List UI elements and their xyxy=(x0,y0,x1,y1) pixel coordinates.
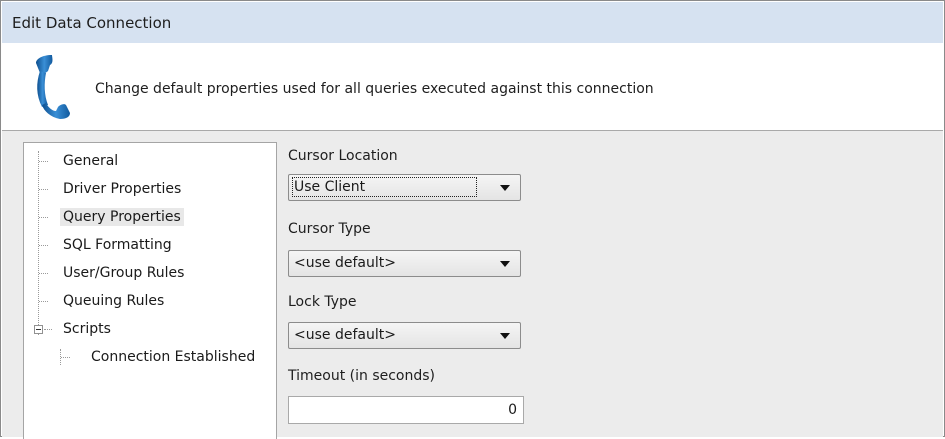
window-title: Edit Data Connection xyxy=(12,14,172,32)
cursor-type-label: Cursor Type xyxy=(288,221,371,237)
dropdown-arrow-icon xyxy=(500,261,510,267)
tree-item-label: Queuing Rules xyxy=(63,293,165,309)
timeout-input[interactable]: 0 xyxy=(288,396,524,424)
tree-item-sql-formatting[interactable]: SQL Formatting xyxy=(60,234,175,256)
tree-connector xyxy=(39,273,48,274)
collapse-toggle-icon[interactable] xyxy=(34,325,43,334)
cursor-location-value: Use Client xyxy=(291,177,478,197)
tree-item-driver-properties[interactable]: Driver Properties xyxy=(60,178,184,200)
cursor-type-select[interactable]: <use default> xyxy=(288,250,521,277)
tree-item-user-group-rules[interactable]: User/Group Rules xyxy=(60,262,187,284)
phone-handset-icon xyxy=(36,55,70,119)
tree-connector xyxy=(61,357,70,358)
dropdown-arrow-icon xyxy=(500,185,510,191)
banner-description: Change default properties used for all q… xyxy=(95,81,654,97)
tree-connector xyxy=(39,217,48,218)
tree-item-connection-established[interactable]: Connection Established xyxy=(88,346,258,368)
title-bar[interactable]: Edit Data Connection xyxy=(2,2,943,43)
cursor-location-select[interactable]: Use Client xyxy=(288,174,521,201)
lock-type-value: <use default> xyxy=(294,327,396,343)
cursor-type-value: <use default> xyxy=(294,255,396,271)
tree-connector xyxy=(39,301,48,302)
tree-item-scripts[interactable]: Scripts xyxy=(60,318,114,340)
tree-item-label: User/Group Rules xyxy=(63,265,185,281)
tree-connector xyxy=(39,189,48,190)
tree-item-label: SQL Formatting xyxy=(63,237,172,253)
tree-connector xyxy=(39,245,48,246)
tree-item-label: Connection Established xyxy=(91,349,256,365)
header-banner: Change default properties used for all q… xyxy=(2,43,943,131)
tree-item-general[interactable]: General xyxy=(60,150,121,172)
tree-item-query-properties[interactable]: Query Properties xyxy=(60,206,184,228)
tree-item-label: General xyxy=(63,153,119,169)
settings-tree: General Driver Properties Query Properti… xyxy=(23,142,277,439)
tree-item-queuing-rules[interactable]: Queuing Rules xyxy=(60,290,167,312)
dropdown-arrow-icon xyxy=(500,333,510,339)
dialog-window: Edit Data Connection Change default prop… xyxy=(0,0,945,439)
lock-type-label: Lock Type xyxy=(288,294,357,310)
tree-item-label: Driver Properties xyxy=(63,181,182,197)
tree-connector xyxy=(44,329,52,330)
lock-type-select[interactable]: <use default> xyxy=(288,322,521,349)
tree-connector-line xyxy=(38,151,39,335)
timeout-value: 0 xyxy=(508,402,517,418)
content-area: General Driver Properties Query Properti… xyxy=(2,131,943,439)
cursor-location-label: Cursor Location xyxy=(288,148,398,164)
timeout-label: Timeout (in seconds) xyxy=(288,368,435,384)
tree-connector xyxy=(39,161,48,162)
tree-item-label: Query Properties xyxy=(60,208,184,226)
tree-item-label: Scripts xyxy=(63,321,111,337)
